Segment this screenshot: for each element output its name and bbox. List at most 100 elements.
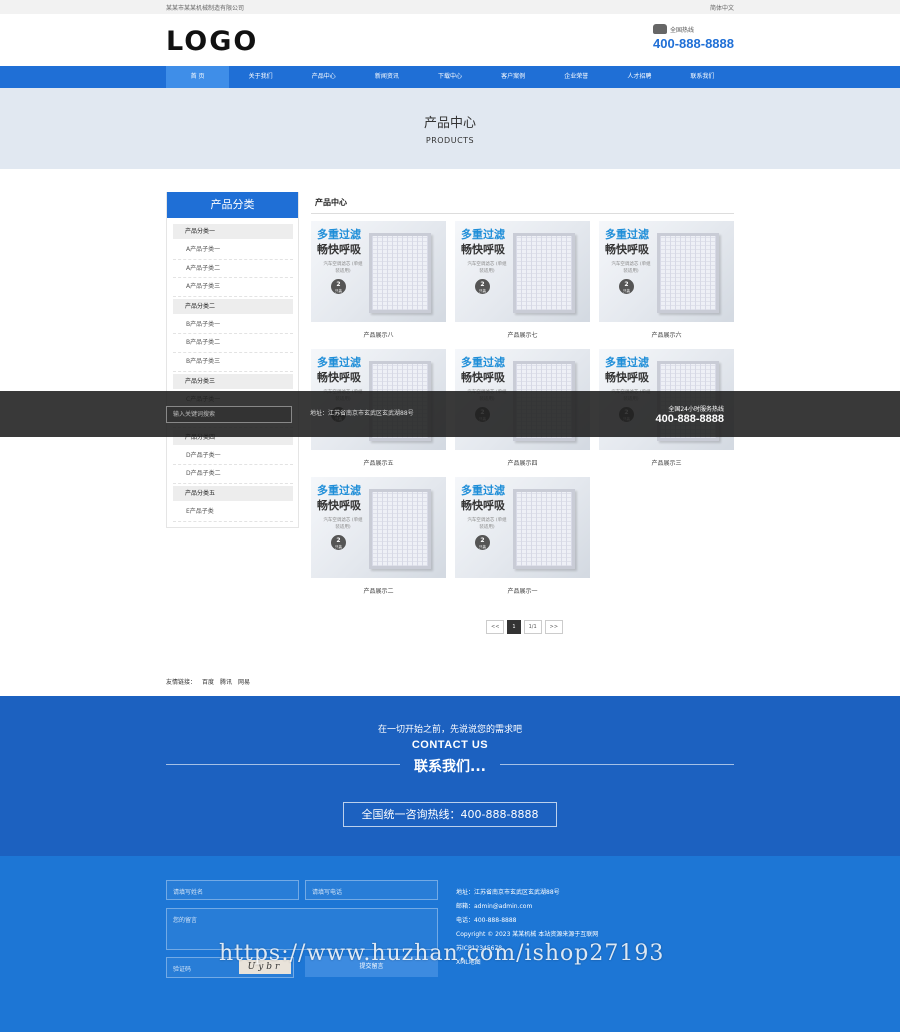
air-filter-graphic (369, 233, 431, 313)
nav-item-honors[interactable]: 企业荣誉 (545, 66, 608, 88)
language-link[interactable]: 简体中文 (710, 3, 734, 12)
nav-item-jobs[interactable]: 人才招聘 (608, 66, 671, 88)
search-input[interactable]: 输入关键词搜索 (166, 406, 292, 423)
image-note: 汽车空调滤芯 (单组装适用) (611, 262, 651, 274)
friend-link[interactable]: 网易 (238, 677, 250, 686)
sidebar-subcategory[interactable]: A产品子类二 (173, 260, 293, 279)
image-headline: 多重过滤 (317, 484, 361, 497)
banner-subtitle: PRODUCTS (425, 136, 475, 145)
image-headline: 多重过滤 (605, 228, 649, 241)
pack-badge-count: 2 (336, 537, 341, 544)
main-nav: 首 页 关于我们 产品中心 新闻资讯 下载中心 客户案例 企业荣誉 人才招聘 联… (0, 66, 900, 88)
nav-item-home[interactable]: 首 页 (166, 66, 230, 88)
contact-title: 联系我们... (400, 756, 500, 776)
product-caption[interactable]: 产品展示三 (599, 458, 734, 467)
nav-item-cases[interactable]: 客户案例 (482, 66, 545, 88)
nav-item-about[interactable]: 关于我们 (229, 66, 292, 88)
name-input[interactable]: 请填写姓名 (166, 880, 299, 900)
image-headline: 多重过滤 (605, 356, 649, 369)
service-number: 400-888-8888 (655, 413, 724, 425)
friend-link[interactable]: 百度 (202, 677, 214, 686)
product-caption[interactable]: 产品展示四 (455, 458, 590, 467)
product-card[interactable]: 多重过滤 畅快呼吸 汽车空调滤芯 (单组装适用) 2 只装 产品展示七 (455, 221, 590, 339)
sidebar-subcategory[interactable]: B产品子类二 (173, 334, 293, 353)
air-filter-graphic (369, 489, 431, 569)
image-headline: 多重过滤 (461, 484, 505, 497)
product-caption[interactable]: 产品展示二 (311, 586, 446, 595)
product-caption[interactable]: 产品展示八 (311, 330, 446, 339)
sidebar-subcategory[interactable]: A产品子类一 (173, 241, 293, 260)
page-banner: 产品中心 PRODUCTS (0, 88, 900, 169)
footer-address: 地址：江苏省南京市玄武区玄武湖88号 (456, 889, 560, 896)
image-subheadline: 畅快呼吸 (317, 371, 361, 384)
sidebar-category[interactable]: 产品分类二 (173, 298, 293, 314)
pack-badge-unit: 只装 (623, 289, 630, 293)
sidebar-subcategory[interactable]: E产品子类 (173, 503, 293, 522)
product-caption[interactable]: 产品展示一 (455, 586, 590, 595)
hotline-label: 全国热线 (670, 26, 695, 34)
nav-item-contact[interactable]: 联系我们 (671, 66, 734, 88)
category-sidebar: 产品分类 产品分类一 A产品子类一 A产品子类二 A产品子类三 产品分类二 B产品子类一 B… (166, 192, 299, 528)
image-subheadline: 畅快呼吸 (605, 371, 649, 384)
current-page[interactable]: 1 (507, 620, 521, 634)
pagination: << 1 1/1 >> (486, 620, 564, 634)
sidebar-title: 产品分类 (167, 192, 298, 218)
image-subheadline: 畅快呼吸 (461, 499, 505, 512)
contact-hotline-box: 全国统一咨询热线：400-888-8888 (343, 802, 557, 827)
product-image[interactable]: 多重过滤畅快呼吸汽车空调滤芯 (单组装适用) 2只装 (311, 221, 446, 322)
nav-item-downloads[interactable]: 下载中心 (418, 66, 481, 88)
header: LOGO 全国热线 400-888-8888 (0, 14, 900, 66)
category-list: 产品分类一 A产品子类一 A产品子类二 A产品子类三 产品分类二 B产品子类一 B产品子类二… (167, 218, 298, 522)
sidebar-subcategory[interactable]: A产品子类三 (173, 278, 293, 297)
pack-badge-unit: 只装 (335, 289, 342, 293)
product-image[interactable]: 多重过滤畅快呼吸汽车空调滤芯 (单组装适用) 2只装 (599, 221, 734, 322)
hotline-block: 全国热线 400-888-8888 (653, 24, 734, 51)
pack-badge-count: 2 (480, 281, 485, 288)
pack-badge-unit: 只装 (479, 289, 486, 293)
product-image[interactable]: 多重过滤畅快呼吸汽车空调滤芯 (单组装适用) 2只装 (311, 477, 446, 578)
pack-badge-count: 2 (480, 537, 485, 544)
friend-link[interactable]: 腾讯 (220, 677, 232, 686)
pack-badge-count: 2 (336, 281, 341, 288)
product-caption[interactable]: 产品展示六 (599, 330, 734, 339)
sidebar-subcategory[interactable]: B产品子类三 (173, 353, 293, 372)
product-card[interactable]: 多重过滤 畅快呼吸 汽车空调滤芯 (单组装适用) 2 只装 产品展示二 (311, 477, 446, 595)
sidebar-subcategory[interactable]: D产品子类一 (173, 447, 293, 466)
service-label: 全国24小时服务热线 (668, 406, 724, 413)
watermark-text: https://www.huzhan.com/ishop27193 (219, 941, 665, 966)
footer-copyright: Copyright © 2023 某某机械 本站资源来源于互联网 (456, 931, 599, 938)
pack-badge: 2只装 (475, 535, 490, 550)
product-image[interactable]: 多重过滤畅快呼吸汽车空调滤芯 (单组装适用) 2只装 (455, 477, 590, 578)
product-caption[interactable]: 产品展示七 (455, 330, 590, 339)
product-image[interactable]: 多重过滤畅快呼吸汽车空调滤芯 (单组装适用) 2只装 (455, 221, 590, 322)
prev-page-button[interactable]: << (486, 620, 505, 634)
next-page-button[interactable]: >> (544, 620, 564, 634)
image-note: 汽车空调滤芯 (单组装适用) (323, 518, 363, 530)
image-headline: 多重过滤 (461, 356, 505, 369)
sidebar-subcategory[interactable]: B产品子类一 (173, 316, 293, 335)
product-card[interactable]: 多重过滤畅快呼吸汽车空调滤芯 (单组装适用) 2 只装产品展示一 (455, 477, 590, 595)
pack-badge-unit: 只装 (479, 545, 486, 549)
pack-badge: 2只装 (475, 279, 490, 294)
products-heading: 产品中心 (311, 196, 734, 214)
sidebar-category[interactable]: 产品分类五 (173, 485, 293, 501)
site-logo[interactable]: LOGO (166, 26, 258, 57)
nav-item-news[interactable]: 新闻资讯 (355, 66, 418, 88)
nav-item-products[interactable]: 产品中心 (292, 66, 355, 88)
contact-us-heading: CONTACT US (411, 739, 489, 751)
product-caption[interactable]: 产品展示五 (311, 458, 446, 467)
image-headline: 多重过滤 (317, 228, 361, 241)
top-bar: 某某市某某机械制造有限公司 简体中文 (0, 0, 900, 14)
sidebar-category[interactable]: 产品分类三 (173, 373, 293, 389)
product-card[interactable]: 多重过滤 畅快呼吸 汽车空调滤芯 (单组装适用) 2 只装产品展示八 (311, 221, 446, 339)
image-note: 汽车空调滤芯 (单组装适用) (467, 262, 507, 274)
contact-section: 在一切开始之前，先说说您的需求吧 CONTACT US 联系我们... 全国统一… (0, 696, 900, 856)
footer-phone: 电话：400-888-8888 (456, 917, 517, 924)
phone-input[interactable]: 请填写电话 (305, 880, 438, 900)
sidebar-category[interactable]: 产品分类一 (173, 224, 293, 239)
sidebar-subcategory[interactable]: D产品子类二 (173, 465, 293, 484)
product-card[interactable]: 多重过滤 畅快呼吸 汽车空调滤芯 (单组装适用) 2 只装产品展示六 (599, 221, 734, 339)
air-filter-graphic (513, 489, 575, 569)
image-headline: 多重过滤 (461, 228, 505, 241)
image-note: 汽车空调滤芯 (单组装适用) (467, 518, 507, 530)
